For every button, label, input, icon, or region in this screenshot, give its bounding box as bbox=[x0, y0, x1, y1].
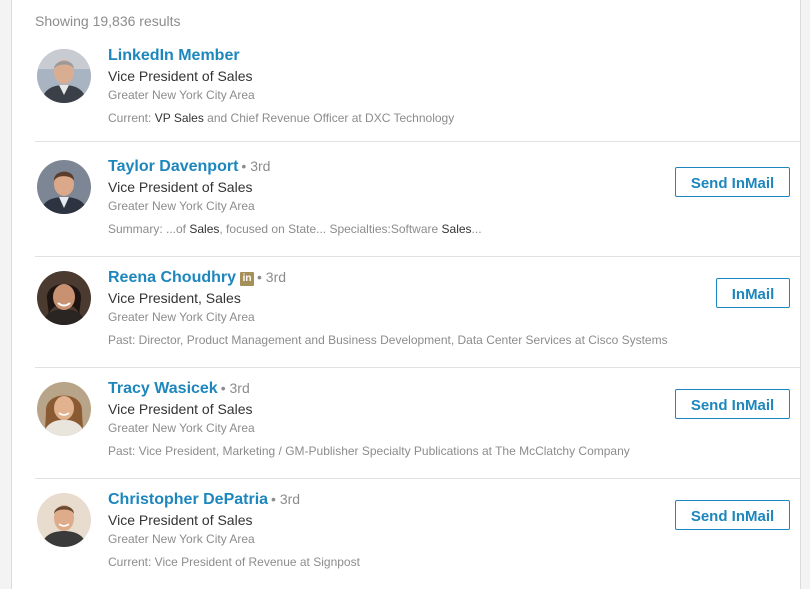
name-line: LinkedIn Member bbox=[108, 47, 240, 67]
snippet-text: , focused on State... Specialties:Softwa… bbox=[219, 222, 442, 236]
name-line: Christopher DePatria • 3rd bbox=[108, 491, 300, 511]
connection-degree: • 3rd bbox=[241, 158, 271, 174]
result-item: Reena Choudhry in • 3rd Vice President, Sa… bbox=[35, 258, 800, 368]
send-inmail-button[interactable]: Send InMail bbox=[675, 389, 790, 419]
profile-name-link[interactable]: LinkedIn Member bbox=[108, 47, 240, 64]
job-title: Vice President of Sales bbox=[108, 512, 253, 528]
result-item: Taylor Davenport • 3rd Vice President of … bbox=[35, 147, 800, 257]
profile-name-link[interactable]: Reena Choudhry bbox=[108, 269, 236, 286]
name-line: Taylor Davenport • 3rd bbox=[108, 158, 270, 178]
profile-photo-avatar[interactable] bbox=[37, 271, 91, 325]
row-divider bbox=[35, 141, 800, 142]
location: Greater New York City Area bbox=[108, 199, 255, 213]
profile-name-link[interactable]: Christopher DePatria bbox=[108, 491, 268, 508]
result-item: Tracy Wasicek • 3rd Vice President of Sal… bbox=[35, 369, 800, 479]
row-divider bbox=[35, 367, 800, 368]
snippet-highlight: VP Sales bbox=[154, 111, 204, 125]
name-line: Tracy Wasicek • 3rd bbox=[108, 380, 250, 400]
profile-snippet: Current: VP Sales and Chief Revenue Offi… bbox=[108, 111, 454, 125]
snippet-text: and Chief Revenue Officer at DXC Technol… bbox=[203, 111, 455, 125]
snippet-text: Past: Director, Product Management and B… bbox=[108, 333, 668, 347]
snippet-text: Summary: ...of bbox=[108, 222, 190, 236]
location: Greater New York City Area bbox=[108, 421, 255, 435]
connection-degree: • 3rd bbox=[271, 491, 301, 507]
profile-photo-avatar[interactable] bbox=[37, 493, 91, 547]
profile-name-link[interactable]: Tracy Wasicek bbox=[108, 380, 218, 397]
location: Greater New York City Area bbox=[108, 532, 255, 546]
location: Greater New York City Area bbox=[108, 310, 255, 324]
profile-snippet: Past: Vice President, Marketing / GM-Pub… bbox=[108, 444, 630, 458]
job-title: Vice President of Sales bbox=[108, 68, 253, 84]
snippet-text: Current: Vice President of Revenue at Si… bbox=[108, 555, 360, 569]
row-divider bbox=[35, 256, 800, 257]
inmail-button[interactable]: InMail bbox=[716, 278, 790, 308]
name-line: Reena Choudhry in • 3rd bbox=[108, 269, 286, 289]
connection-degree: • 3rd bbox=[220, 380, 250, 396]
profile-photo-avatar[interactable] bbox=[37, 382, 91, 436]
job-title: Vice President, Sales bbox=[108, 290, 241, 306]
job-title: Vice President of Sales bbox=[108, 179, 253, 195]
connection-degree: • 3rd bbox=[257, 269, 287, 285]
job-title: Vice President of Sales bbox=[108, 401, 253, 417]
profile-snippet: Summary: ...of Sales, focused on State..… bbox=[108, 222, 482, 236]
results-count: Showing 19,836 results bbox=[35, 13, 181, 29]
result-item: Christopher DePatria • 3rd Vice President… bbox=[35, 480, 800, 589]
send-inmail-button[interactable]: Send InMail bbox=[675, 500, 790, 530]
premium-badge-icon: in bbox=[240, 272, 255, 286]
result-item: LinkedIn Member Vice President of Sales … bbox=[35, 36, 800, 146]
snippet-text: Past: Vice President, Marketing / GM-Pub… bbox=[108, 444, 630, 458]
snippet-highlight: Sales bbox=[441, 222, 472, 236]
profile-name-link[interactable]: Taylor Davenport bbox=[108, 158, 238, 175]
snippet-text: Current: bbox=[108, 111, 155, 125]
profile-photo-avatar[interactable] bbox=[37, 49, 91, 103]
row-divider bbox=[35, 478, 800, 479]
profile-snippet: Past: Director, Product Management and B… bbox=[108, 333, 668, 347]
send-inmail-button[interactable]: Send InMail bbox=[675, 167, 790, 197]
profile-photo-avatar[interactable] bbox=[37, 160, 91, 214]
snippet-highlight: Sales bbox=[189, 222, 220, 236]
profile-snippet: Current: Vice President of Revenue at Si… bbox=[108, 555, 360, 569]
search-results-panel: Showing 19,836 results LinkedIn Member V… bbox=[11, 0, 801, 589]
snippet-text: ... bbox=[471, 222, 482, 236]
location: Greater New York City Area bbox=[108, 88, 255, 102]
